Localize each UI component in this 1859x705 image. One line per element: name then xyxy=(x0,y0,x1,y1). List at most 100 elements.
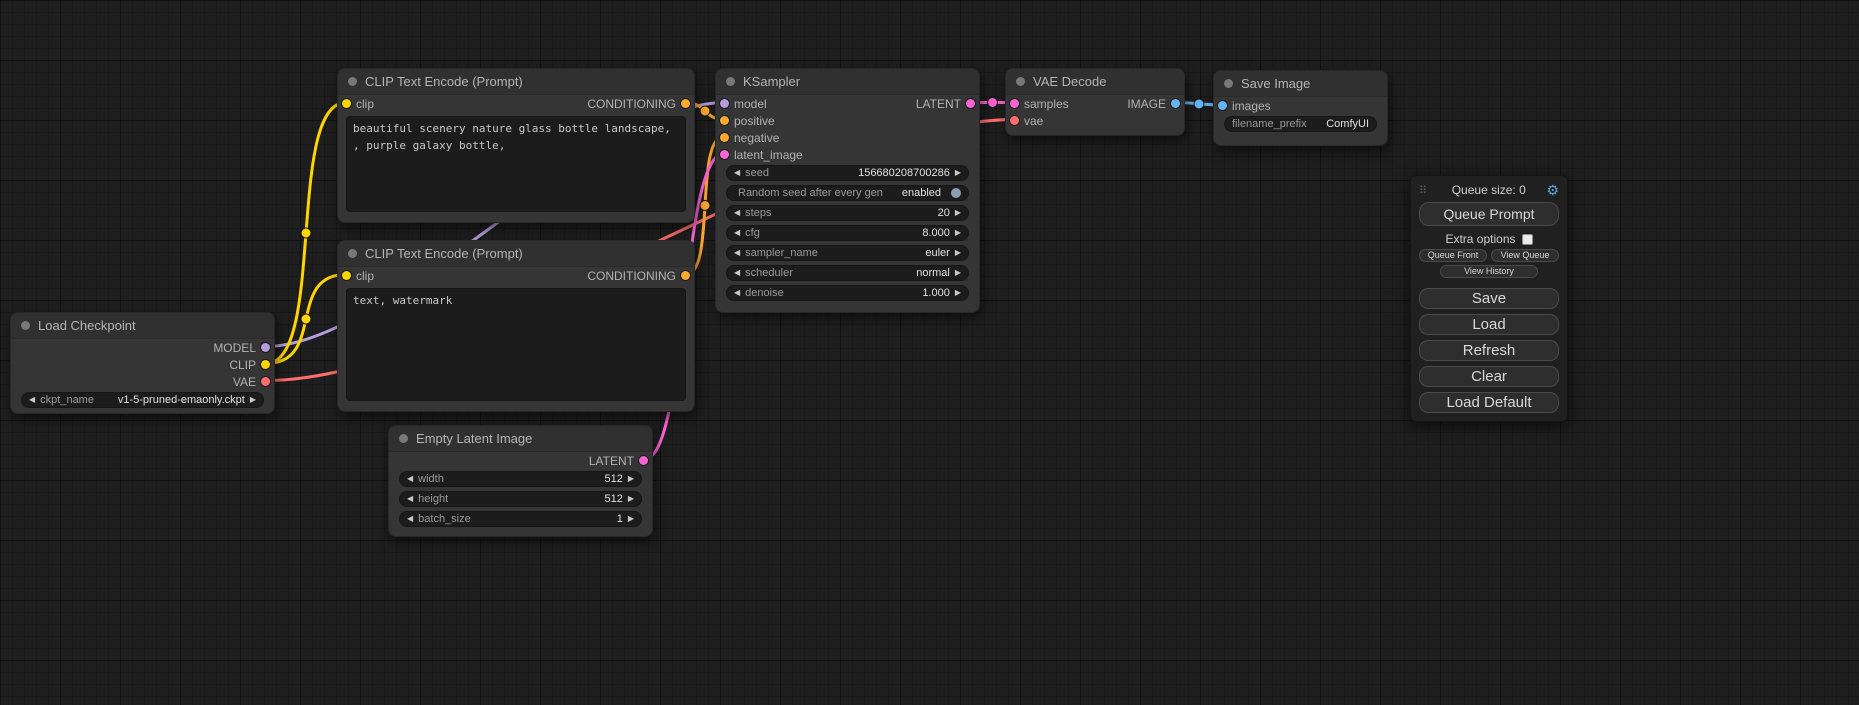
model-output-connector[interactable] xyxy=(261,343,270,352)
node-load-checkpoint[interactable]: Load Checkpoint MODEL CLIP VAE xyxy=(10,312,275,414)
vae-input-connector[interactable] xyxy=(1010,116,1019,125)
node-title-bar[interactable]: KSampler xyxy=(716,69,979,95)
load-button[interactable]: Load xyxy=(1419,314,1559,335)
clip-output-connector[interactable] xyxy=(261,360,270,369)
queue-front-button[interactable]: Queue Front xyxy=(1419,249,1487,262)
increment-arrow-icon[interactable]: ▶ xyxy=(955,289,961,297)
decrement-arrow-icon[interactable]: ◀ xyxy=(407,495,413,503)
node-title-bar[interactable]: CLIP Text Encode (Prompt) xyxy=(338,241,694,267)
cfg-widget[interactable]: ◀ cfg 8.000 ▶ xyxy=(726,225,969,241)
widget-value: 512 xyxy=(604,493,622,505)
extra-options-checkbox[interactable] xyxy=(1522,234,1533,245)
widget-value: 156680208700286 xyxy=(858,167,950,179)
increment-arrow-icon[interactable]: ▶ xyxy=(955,169,961,177)
image-output-connector[interactable] xyxy=(1171,99,1180,108)
decrement-arrow-icon[interactable]: ◀ xyxy=(734,289,740,297)
decrement-arrow-icon[interactable]: ◀ xyxy=(734,209,740,217)
increment-arrow-icon[interactable]: ▶ xyxy=(955,269,961,277)
widget-value: 1.000 xyxy=(922,287,950,299)
steps-widget[interactable]: ◀ steps 20 ▶ xyxy=(726,205,969,221)
increment-arrow-icon[interactable]: ▶ xyxy=(628,515,634,523)
latent-image-input-connector[interactable] xyxy=(720,150,729,159)
widget-value: 1 xyxy=(617,513,623,525)
node-graph-canvas[interactable]: Load Checkpoint MODEL CLIP VAE xyxy=(0,0,1859,705)
output-slot-label: VAE xyxy=(233,375,256,389)
increment-arrow-icon[interactable]: ▶ xyxy=(628,475,634,483)
vae-output-connector[interactable] xyxy=(261,377,270,386)
node-title-bar[interactable]: Save Image xyxy=(1214,71,1387,97)
decrement-arrow-icon[interactable]: ◀ xyxy=(734,169,740,177)
input-slot-label: positive xyxy=(734,114,775,128)
node-status-dot xyxy=(348,249,357,258)
increment-arrow-icon[interactable]: ▶ xyxy=(955,249,961,257)
decrement-arrow-icon[interactable]: ◀ xyxy=(29,396,35,404)
decrement-arrow-icon[interactable]: ◀ xyxy=(734,229,740,237)
sampler-name-widget[interactable]: ◀ sampler_name euler ▶ xyxy=(726,245,969,261)
increment-arrow-icon[interactable]: ▶ xyxy=(250,396,256,404)
node-title-bar[interactable]: VAE Decode xyxy=(1006,69,1184,95)
refresh-button[interactable]: Refresh xyxy=(1419,340,1559,361)
toggle-knob[interactable] xyxy=(951,188,961,198)
width-widget[interactable]: ◀ width 512 ▶ xyxy=(399,471,642,487)
load-default-button[interactable]: Load Default xyxy=(1419,392,1559,413)
node-clip-text-encode-negative[interactable]: CLIP Text Encode (Prompt) clip CONDITION… xyxy=(337,240,695,412)
queue-prompt-button[interactable]: Queue Prompt xyxy=(1419,202,1559,226)
node-status-dot xyxy=(21,321,30,330)
widget-name: width xyxy=(418,473,444,485)
save-button[interactable]: Save xyxy=(1419,288,1559,309)
drag-handle-icon[interactable]: ⠿ xyxy=(1419,184,1426,197)
batch-size-widget[interactable]: ◀ batch_size 1 ▶ xyxy=(399,511,642,527)
images-input-connector[interactable] xyxy=(1218,101,1227,110)
model-input-connector[interactable] xyxy=(720,99,729,108)
increment-arrow-icon[interactable]: ▶ xyxy=(628,495,634,503)
filename-prefix-widget[interactable]: filename_prefix ComfyUI xyxy=(1224,116,1377,132)
clip-input-connector[interactable] xyxy=(342,99,351,108)
seed-widget[interactable]: ◀ seed 156680208700286 ▶ xyxy=(726,165,969,181)
scheduler-widget[interactable]: ◀ scheduler normal ▶ xyxy=(726,265,969,281)
decrement-arrow-icon[interactable]: ◀ xyxy=(407,515,413,523)
view-queue-button[interactable]: View Queue xyxy=(1491,249,1559,262)
latent-output-connector[interactable] xyxy=(639,456,648,465)
node-title-bar[interactable]: CLIP Text Encode (Prompt) xyxy=(338,69,694,95)
random-seed-toggle-widget[interactable]: Random seed after every gen enabled xyxy=(726,185,969,201)
widget-name: Random seed after every gen xyxy=(738,187,883,199)
output-slot-label: LATENT xyxy=(916,97,961,111)
node-title-bar[interactable]: Empty Latent Image xyxy=(389,426,652,452)
link-midpoint-dot xyxy=(301,314,311,324)
settings-gear-icon[interactable]: ⚙ xyxy=(1546,183,1559,197)
node-title-text: KSampler xyxy=(743,74,800,89)
positive-input-connector[interactable] xyxy=(720,116,729,125)
clear-button[interactable]: Clear xyxy=(1419,366,1559,387)
node-vae-decode[interactable]: VAE Decode samples IMAGE vae xyxy=(1005,68,1185,136)
decrement-arrow-icon[interactable]: ◀ xyxy=(407,475,413,483)
view-history-button[interactable]: View History xyxy=(1440,265,1538,278)
output-slot-label: MODEL xyxy=(213,341,256,355)
link-midpoint-dot xyxy=(988,98,998,108)
link-midpoint-dot xyxy=(700,201,710,211)
denoise-widget[interactable]: ◀ denoise 1.000 ▶ xyxy=(726,285,969,301)
decrement-arrow-icon[interactable]: ◀ xyxy=(734,249,740,257)
samples-input-connector[interactable] xyxy=(1010,99,1019,108)
node-empty-latent-image[interactable]: Empty Latent Image LATENT ◀ width 512 ▶ … xyxy=(388,425,653,537)
node-status-dot xyxy=(399,434,408,443)
decrement-arrow-icon[interactable]: ◀ xyxy=(734,269,740,277)
node-save-image[interactable]: Save Image images filename_prefix ComfyU… xyxy=(1213,70,1388,146)
increment-arrow-icon[interactable]: ▶ xyxy=(955,229,961,237)
node-clip-text-encode-positive[interactable]: CLIP Text Encode (Prompt) clip CONDITION… xyxy=(337,68,695,223)
latent-output-connector[interactable] xyxy=(966,99,975,108)
node-status-dot xyxy=(1016,77,1025,86)
height-widget[interactable]: ◀ height 512 ▶ xyxy=(399,491,642,507)
widget-name: denoise xyxy=(745,287,784,299)
node-ksampler[interactable]: KSampler model LATENT positive xyxy=(715,68,980,313)
conditioning-output-connector[interactable] xyxy=(681,99,690,108)
conditioning-output-connector[interactable] xyxy=(681,271,690,280)
increment-arrow-icon[interactable]: ▶ xyxy=(955,209,961,217)
queue-panel[interactable]: ⠿ Queue size: 0 ⚙ Queue Prompt Extra opt… xyxy=(1410,175,1568,422)
negative-prompt-textarea[interactable]: text, watermark xyxy=(346,288,686,401)
output-slot-label: CONDITIONING xyxy=(587,269,676,283)
positive-prompt-textarea[interactable]: beautiful scenery nature glass bottle la… xyxy=(346,116,686,212)
clip-input-connector[interactable] xyxy=(342,271,351,280)
node-title-bar[interactable]: Load Checkpoint xyxy=(11,313,274,339)
negative-input-connector[interactable] xyxy=(720,133,729,142)
ckpt-name-widget[interactable]: ◀ ckpt_name v1-5-pruned-emaonly.ckpt ▶ xyxy=(21,392,264,408)
